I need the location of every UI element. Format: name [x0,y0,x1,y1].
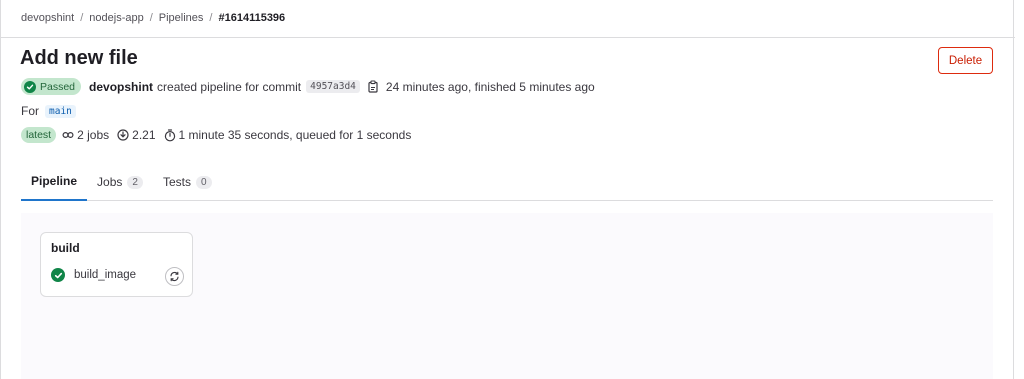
retry-button[interactable] [165,267,184,286]
job-success-icon [51,268,65,282]
tab-label: Jobs [97,175,123,189]
for-label: For [21,104,39,118]
breadcrumb: devopshint / nodejs-app / Pipelines / #1… [21,12,285,24]
latest-badge: latest [21,127,57,143]
delete-button[interactable]: Delete [938,47,993,74]
tab-label: Pipeline [31,174,78,188]
breadcrumb-separator: / [209,12,213,24]
job-item[interactable]: build_image [51,268,136,282]
breadcrumb-separator: / [149,12,153,24]
pipeline-time: 24 minutes ago, finished 5 minutes ago [385,79,595,94]
status-label: Passed [40,80,76,93]
commit-sha-link[interactable]: 4957a3d4 [306,80,360,93]
breadcrumb-item-group[interactable]: devopshint [21,12,74,24]
pipeline-tabs: Pipeline Jobs 2 Tests 0 [21,163,993,201]
status-badge[interactable]: Passed [21,78,82,95]
breadcrumb-item-current[interactable]: #1614115396 [218,12,285,24]
job-name: build_image [74,269,137,281]
retry-icon [170,271,179,282]
copy-clipboard-icon[interactable] [367,80,379,93]
pipeline-jobs-icon [62,130,74,140]
pipeline-graph: build build_image [21,213,993,379]
topbar-divider [1,37,1015,38]
jobs-count-text: 2 jobs [77,128,110,142]
check-circle-icon [24,80,36,93]
pipeline-summary: Passed devopshint created pipeline for c… [21,78,595,95]
breadcrumb-item-pipelines[interactable]: Pipelines [159,12,204,24]
tab-count-badge: 0 [195,175,212,189]
timer-icon [164,128,176,142]
page-title: Add new file [20,47,138,69]
stage-card: build build_image [40,232,193,297]
tab-tests[interactable]: Tests 0 [153,163,222,201]
page-frame: devopshint / nodejs-app / Pipelines / #1… [0,0,1015,379]
tab-pipeline[interactable]: Pipeline [21,163,88,201]
breadcrumb-item-project[interactable]: nodejs-app [89,12,143,24]
breadcrumb-separator: / [80,12,84,24]
branch-link[interactable]: main [45,104,76,118]
tab-label: Tests [162,175,191,189]
tab-jobs[interactable]: Jobs 2 [87,163,153,201]
version-icon [117,129,129,141]
version-text: 2.21 [132,128,156,142]
user-link[interactable]: devopshint [89,80,153,94]
pipeline-meta: latest 2 jobs 2.21 1 minute 35 seconds, … [21,127,411,143]
tab-count-badge: 2 [127,175,143,189]
duration-text: 1 minute 35 seconds, queued for 1 second… [178,128,412,142]
branch-row: For main [21,104,76,118]
stage-title: build [51,241,80,255]
action-text: created pipeline for commit [157,79,302,94]
